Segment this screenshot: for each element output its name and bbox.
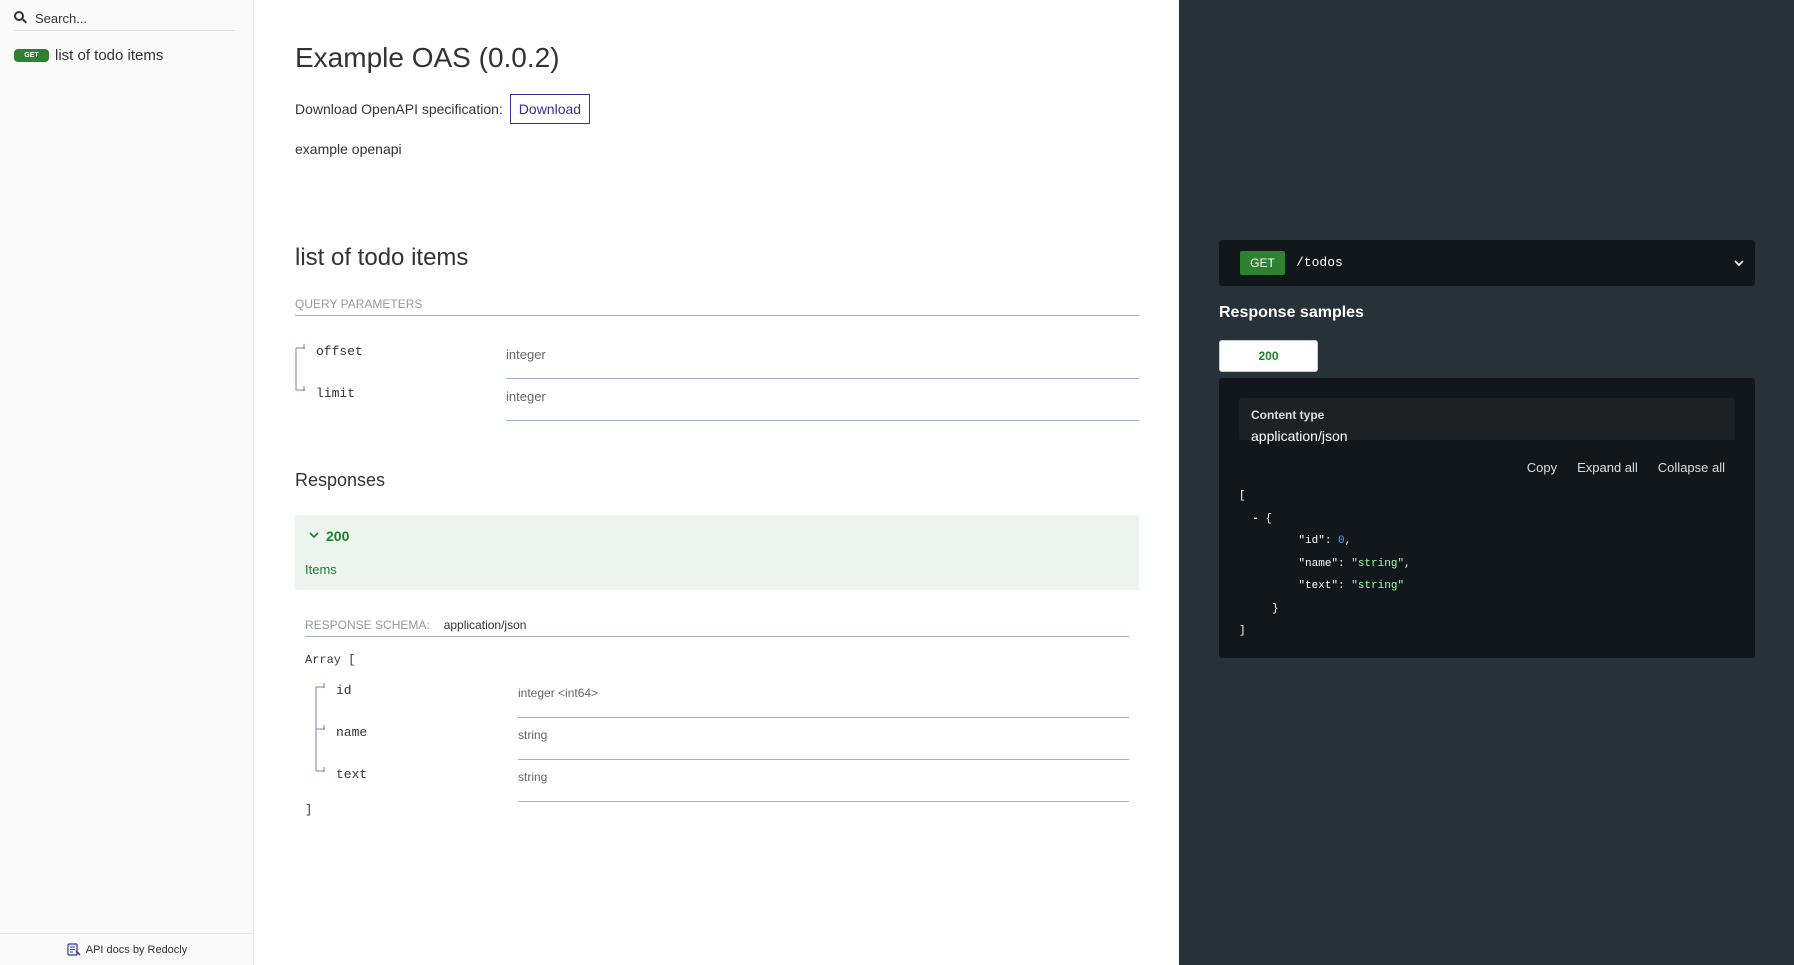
json-open-brace: {	[1265, 512, 1273, 525]
api-description: example openapi	[295, 141, 402, 157]
param-row-offset: offset integer	[295, 337, 1139, 379]
footer-label: API docs by Redocly	[85, 943, 188, 956]
tree-branch-icon	[315, 683, 325, 718]
param-name: limit	[316, 386, 356, 401]
tree-branch-icon	[315, 718, 325, 760]
query-parameters-header: QUERY PARAMETERS	[295, 297, 1139, 316]
response-description: Items	[305, 562, 337, 577]
json-close-bracket: ]	[1239, 625, 1246, 637]
sidebar-item-list-of-todo-items[interactable]: GET list of todo items	[14, 47, 163, 64]
right-panel: GET /todos Response samples 200 Content …	[1179, 0, 1794, 965]
sample-actions: Copy Expand all Collapse all	[1527, 460, 1725, 475]
json-key: "id"	[1298, 535, 1325, 547]
endpoint-method-badge: GET	[1240, 251, 1285, 275]
content-type-value: application/json	[1251, 428, 1348, 444]
field-type: integer <int64>	[518, 676, 1129, 718]
download-row: Download OpenAPI specification: Download	[295, 94, 591, 124]
response-sample-panel: Content type application/json Copy Expan…	[1219, 378, 1755, 658]
endpoint-path: /todos	[1296, 255, 1343, 270]
param-type: integer	[506, 337, 1139, 379]
response-samples-title: Response samples	[1219, 304, 1364, 321]
endpoint-toggle[interactable]: GET /todos	[1219, 240, 1755, 286]
redocly-footer-link[interactable]: API docs by Redocly	[0, 933, 254, 965]
schema-content-type: application/json	[443, 618, 527, 632]
array-open: Array [	[305, 653, 356, 667]
redocly-logo-icon	[67, 942, 81, 956]
response-code: 200	[326, 528, 350, 544]
operation-title: list of todo items	[295, 244, 469, 271]
response-schema-header: RESPONSE SCHEMA: application/json	[305, 618, 1129, 637]
download-label: Download OpenAPI specification:	[295, 101, 503, 117]
json-string-value: "string"	[1351, 557, 1405, 570]
json-open-bracket: [	[1239, 490, 1246, 502]
field-name: id	[336, 683, 352, 698]
schema-field-name: name string	[315, 718, 1129, 760]
param-row-limit: limit integer	[295, 379, 1139, 421]
schema-label: RESPONSE SCHEMA:	[305, 618, 430, 632]
expand-all-button[interactable]: Expand all	[1577, 460, 1638, 475]
schema-field-text: text string	[315, 760, 1129, 802]
param-type: integer	[506, 379, 1139, 421]
tab-200[interactable]: 200	[1219, 340, 1318, 372]
collapse-all-button[interactable]: Collapse all	[1658, 460, 1725, 475]
field-name: name	[336, 725, 368, 740]
page-title: Example OAS (0.0.2)	[295, 42, 560, 73]
responses-title: Responses	[295, 470, 386, 490]
sidebar: GET list of todo items API docs by Redoc…	[0, 0, 254, 965]
field-type: string	[518, 760, 1129, 802]
json-number-value: 0	[1338, 535, 1345, 547]
search-icon	[14, 11, 28, 25]
json-close-brace: }	[1272, 602, 1279, 615]
tree-branch-icon	[295, 379, 305, 391]
search-input[interactable]	[35, 10, 215, 26]
sidebar-item-label: list of todo items	[55, 47, 164, 64]
response-200-toggle[interactable]: 200 Items	[295, 515, 1139, 590]
download-button[interactable]: Download	[509, 94, 591, 124]
get-method-badge: GET	[14, 49, 49, 62]
json-sample: [ - { "id": 0, "name": "string", "text":…	[1239, 490, 1411, 637]
chevron-down-icon	[309, 532, 319, 539]
main-content: Example OAS (0.0.2) Download OpenAPI spe…	[254, 0, 1179, 965]
field-name: text	[336, 767, 368, 782]
content-type-label: Content type	[1251, 408, 1325, 422]
chevron-down-icon	[1734, 260, 1744, 267]
json-string-value: "string"	[1351, 580, 1405, 592]
copy-button[interactable]: Copy	[1527, 460, 1557, 475]
param-name: offset	[316, 344, 363, 359]
collapse-toggle[interactable]: -	[1252, 513, 1259, 525]
json-key: "text"	[1298, 580, 1339, 592]
search-box[interactable]	[14, 6, 235, 31]
content-type-selector[interactable]: Content type application/json	[1239, 398, 1735, 444]
array-close: ]	[305, 803, 313, 817]
json-key: "name"	[1298, 557, 1339, 570]
field-type: string	[518, 718, 1129, 760]
schema-field-id: id integer <int64>	[315, 676, 1129, 718]
tree-branch-icon	[295, 344, 305, 379]
tree-branch-icon	[315, 760, 325, 772]
